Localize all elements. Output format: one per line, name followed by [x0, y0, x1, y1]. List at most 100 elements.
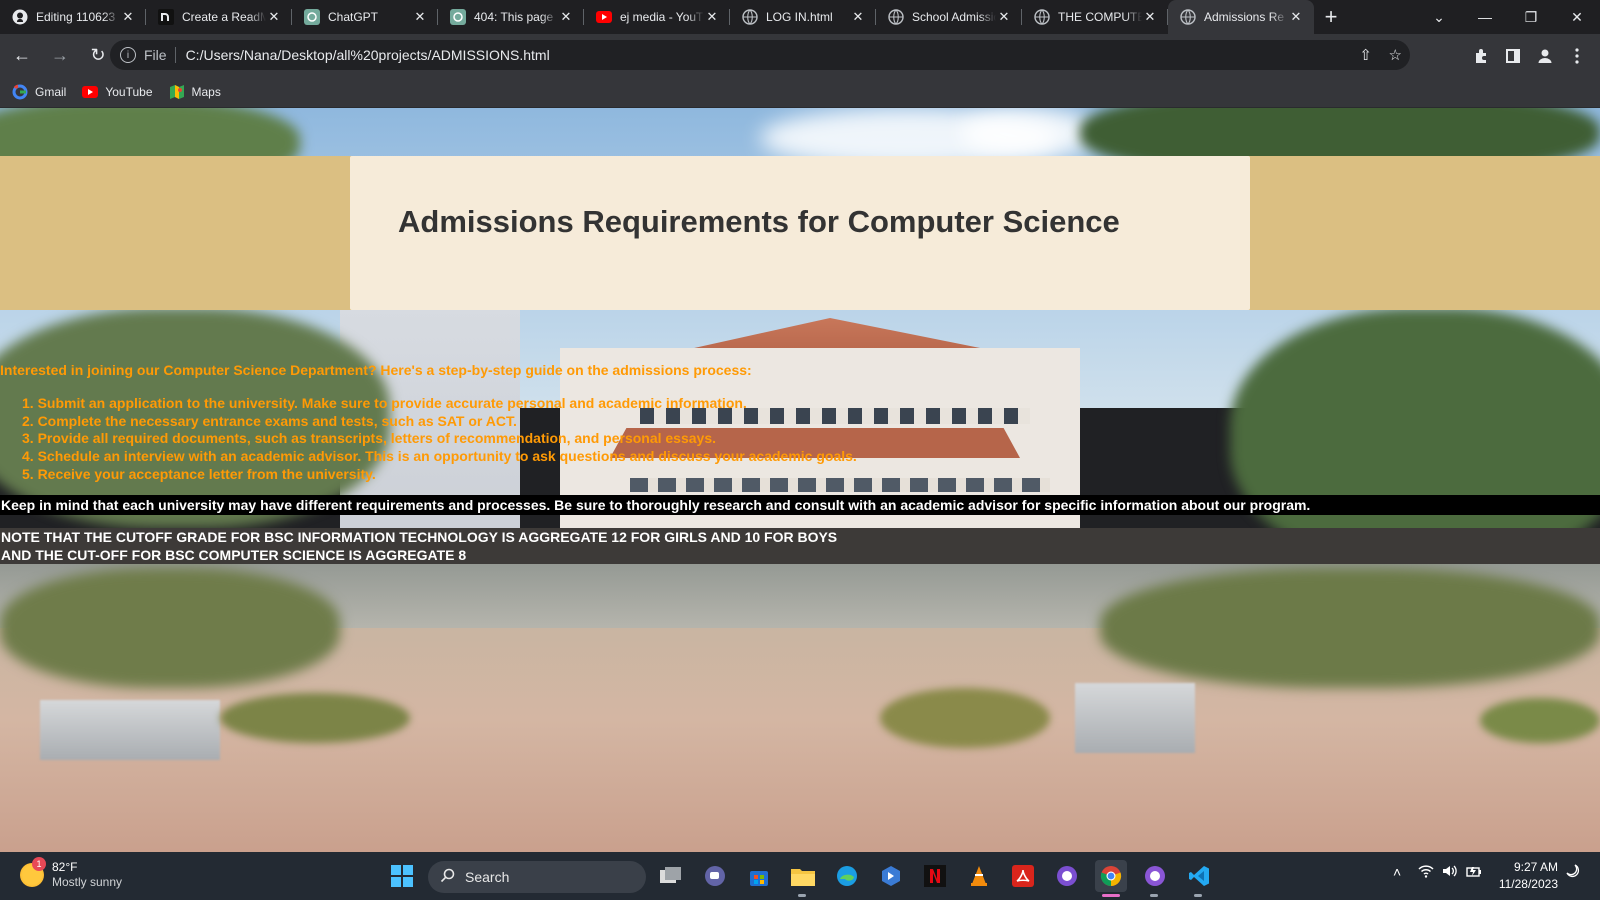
battery-icon[interactable] — [1466, 864, 1482, 881]
active-indicator — [1102, 894, 1120, 897]
close-tab-icon[interactable]: ✕ — [850, 9, 866, 25]
tab-title: LOG IN.html — [766, 10, 833, 24]
start-button[interactable] — [386, 860, 418, 892]
restore-button[interactable]: ❐ — [1508, 0, 1554, 34]
new-tab-button[interactable]: + — [1314, 0, 1348, 34]
step-item: 4. Schedule an interview with an academi… — [22, 448, 857, 465]
close-tab-icon[interactable]: ✕ — [412, 9, 428, 25]
bookmark-star-icon[interactable]: ☆ — [1389, 46, 1402, 64]
profile-icon[interactable] — [1531, 42, 1559, 70]
vlc-icon[interactable] — [963, 860, 995, 892]
system-clock[interactable]: 9:27 AM 11/28/2023 — [1496, 859, 1558, 893]
close-tab-icon[interactable]: ✕ — [266, 9, 282, 25]
bookmark-gmail[interactable]: Gmail — [12, 84, 66, 100]
taskbar-search[interactable]: Search — [428, 861, 646, 893]
globe-icon — [888, 9, 904, 25]
acrobat-icon[interactable] — [1007, 860, 1039, 892]
tab-list: Editing 110623✕Create a ReadMe✕ChatGPT✕4… — [0, 0, 1314, 34]
info-icon[interactable]: i — [120, 47, 136, 63]
side-panel-icon[interactable] — [1499, 42, 1527, 70]
edge-icon[interactable] — [831, 860, 863, 892]
tab-title: School Admission — [912, 10, 996, 24]
github-icon[interactable] — [1139, 860, 1171, 892]
search-label: Search — [465, 869, 510, 885]
vscode-icon[interactable] — [1183, 860, 1215, 892]
browser-tab[interactable]: LOG IN.html ✕ — [730, 0, 876, 34]
bookmark-youtube[interactable]: YouTube — [82, 84, 153, 100]
weather-condition: Mostly sunny — [52, 875, 123, 889]
forward-button[interactable]: → — [44, 39, 76, 71]
notifications-icon[interactable] — [1566, 864, 1580, 881]
wifi-icon[interactable] — [1418, 864, 1434, 881]
close-tab-icon[interactable]: ✕ — [120, 9, 136, 25]
step-item: 5. Receive your acceptance letter from t… — [22, 465, 376, 482]
teams-chat-icon[interactable] — [699, 860, 731, 892]
maps-icon — [169, 84, 185, 100]
github-icon — [12, 9, 28, 25]
tab-title: THE COMPUTER — [1058, 10, 1142, 24]
intro-text: Interested in joining our Computer Scien… — [0, 362, 752, 378]
readme-icon — [158, 9, 174, 25]
share-icon[interactable]: ⇧ — [1359, 46, 1372, 64]
step-item: 2. Complete the necessary entrance exams… — [22, 412, 517, 429]
address-bar[interactable]: i File C:/Users/Nana/Desktop/all%20proje… — [110, 40, 1410, 70]
tab-title: ChatGPT — [328, 10, 379, 24]
bookmark-label: YouTube — [105, 84, 153, 99]
globe-icon — [1180, 9, 1196, 25]
minimize-button[interactable]: — — [1462, 0, 1508, 34]
weather-widget[interactable]: 1 82°F Mostly sunny — [20, 857, 123, 890]
sun-icon: 1 — [20, 857, 46, 887]
clock-date: 11/28/2023 — [1498, 877, 1558, 891]
tab-strip: Editing 110623✕Create a ReadMe✕ChatGPT✕4… — [0, 0, 1600, 34]
steps-list: 1. Submit an application to the universi… — [22, 395, 857, 483]
youtube-icon — [82, 84, 99, 100]
notification-badge: 1 — [32, 857, 46, 871]
tab-search-chevron-icon[interactable]: ⌄ — [1416, 0, 1462, 34]
close-tab-icon[interactable]: ✕ — [1142, 9, 1158, 25]
globe-icon — [1034, 9, 1050, 25]
close-tab-icon[interactable]: ✕ — [996, 9, 1012, 25]
task-view-icon[interactable] — [655, 860, 687, 892]
chevron-up-icon[interactable]: ˄ — [1393, 864, 1401, 880]
google-icon — [12, 84, 28, 100]
close-tab-icon[interactable]: ✕ — [704, 9, 720, 25]
youtube-icon — [596, 9, 612, 25]
netflix-icon[interactable] — [919, 860, 951, 892]
close-window-button[interactable]: ✕ — [1554, 0, 1600, 34]
close-tab-icon[interactable]: ✕ — [1288, 9, 1304, 25]
menu-icon[interactable] — [1563, 42, 1591, 70]
address-url[interactable]: C:/Users/Nana/Desktop/all%20projects/ADM… — [186, 47, 550, 63]
chrome-icon[interactable] — [1095, 860, 1127, 892]
tab-title: Create a ReadMe — [182, 10, 266, 24]
header-card: Admissions Requirements for Computer Sci… — [350, 156, 1250, 310]
microsoft-store-icon[interactable] — [743, 860, 775, 892]
keep-in-mind-text: Keep in mind that each university may ha… — [0, 495, 1600, 515]
file-explorer-icon[interactable] — [787, 860, 819, 892]
chatgpt-icon — [304, 9, 320, 25]
bookmark-label: Maps — [191, 84, 221, 99]
extensions-icon[interactable] — [1467, 42, 1495, 70]
github-desktop-icon[interactable] — [1051, 860, 1083, 892]
chatgpt-icon — [450, 9, 466, 25]
volume-icon[interactable] — [1442, 864, 1458, 881]
bookmark-maps[interactable]: Maps — [169, 84, 221, 100]
scheme-label: File — [144, 47, 167, 63]
omnibox-divider — [174, 47, 176, 63]
browser-tab[interactable]: THE COMPUTER✕ — [1022, 0, 1168, 34]
running-indicator — [1150, 894, 1158, 897]
browser-tab[interactable]: Admissions Re ✕ — [1168, 0, 1314, 34]
bookmarks-bar: Gmail YouTube Maps — [0, 76, 1600, 108]
browser-tab[interactable]: Editing 110623 ✕ — [0, 0, 146, 34]
browser-tab[interactable]: ej media - YouTube✕ — [584, 0, 730, 34]
windows-taskbar: 1 82°F Mostly sunny Search ˄ 9:27 AM 11/… — [0, 852, 1600, 900]
back-button[interactable]: ← — [6, 39, 38, 71]
browser-tab[interactable]: 404: This page ✕ — [438, 0, 584, 34]
browser-tab[interactable]: ChatGPT ✕ — [292, 0, 438, 34]
copilot-icon[interactable] — [875, 860, 907, 892]
browser-tab[interactable]: School Admission✕ — [876, 0, 1022, 34]
weather-temp: 82°F — [52, 860, 78, 874]
running-indicator — [1194, 894, 1202, 897]
close-tab-icon[interactable]: ✕ — [558, 9, 574, 25]
step-item: 1. Submit an application to the universi… — [22, 395, 747, 411]
browser-tab[interactable]: Create a ReadMe✕ — [146, 0, 292, 34]
